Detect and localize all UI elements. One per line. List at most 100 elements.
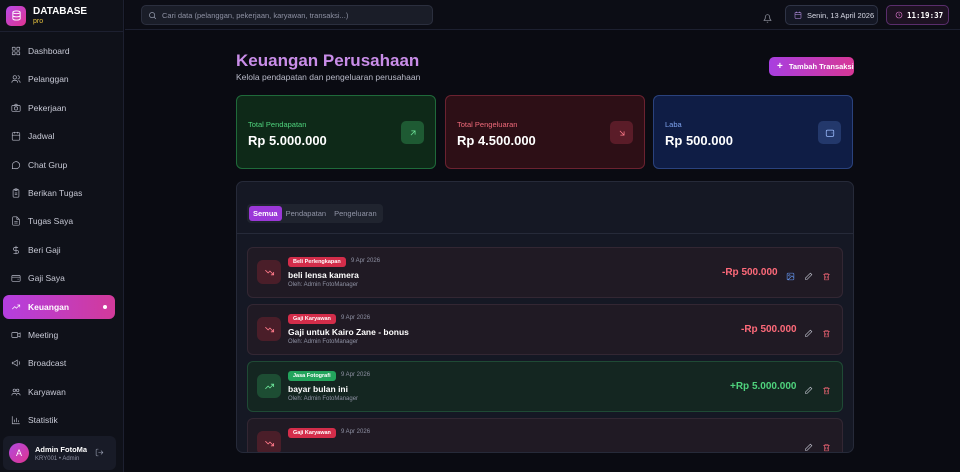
sidebar-item-label: Pelanggan bbox=[28, 74, 69, 85]
category-badge: Beli Perlengkapan bbox=[288, 257, 346, 267]
stat-label: Total Pengeluaran bbox=[457, 120, 518, 129]
sidebar-item-pekerjaan[interactable]: Pekerjaan bbox=[3, 96, 115, 120]
search-bar[interactable] bbox=[141, 5, 433, 25]
user-role: KRY001 • Admin bbox=[35, 455, 80, 462]
trending-down-icon bbox=[257, 431, 281, 452]
stat-card-income: Total Pendapatan Rp 5.000.000 bbox=[236, 95, 436, 169]
tab-pengeluaran[interactable]: Pengeluaran bbox=[330, 206, 381, 221]
transaction-description: bayar bulan ini bbox=[288, 384, 348, 394]
sidebar-item-chat-grup[interactable]: Chat Grup bbox=[3, 153, 115, 177]
sidebar-item-dashboard[interactable]: Dashboard bbox=[3, 39, 115, 63]
stat-label: Total Pendapatan bbox=[248, 120, 307, 129]
date-display: Senin, 13 April 2026 bbox=[785, 5, 878, 25]
sidebar-item-label: Dashboard bbox=[28, 46, 70, 56]
pencil-icon bbox=[805, 272, 813, 280]
stat-label: Laba bbox=[665, 120, 682, 129]
notification-button[interactable] bbox=[763, 10, 772, 28]
transaction-row: Beli Perlengkapan 9 Apr 2026 beli lensa … bbox=[247, 247, 843, 298]
sidebar-item-berikan-tugas[interactable]: Berikan Tugas bbox=[3, 181, 115, 205]
sidebar-item-pelanggan[interactable]: Pelanggan bbox=[3, 67, 115, 91]
arrow-down-right-icon bbox=[610, 121, 633, 144]
transaction-amount: -Rp 500.000 bbox=[722, 267, 778, 278]
brand[interactable]: DATABASE pro bbox=[0, 0, 123, 32]
sidebar-item-jadwal[interactable]: Jadwal bbox=[3, 124, 115, 148]
add-transaction-button[interactable]: + Tambah Transaksi bbox=[769, 57, 854, 76]
transaction-row: Jasa Fotografi 9 Apr 2026 bayar bulan in… bbox=[247, 361, 843, 412]
plus-icon: + bbox=[777, 60, 783, 72]
user-card[interactable]: A Admin FotoManager KRY001 • Admin bbox=[3, 436, 116, 470]
stat-value: Rp 5.000.000 bbox=[248, 133, 327, 148]
category-badge: Jasa Fotografi bbox=[288, 371, 336, 381]
sidebar-item-gaji-saya[interactable]: Gaji Saya bbox=[3, 266, 115, 290]
sidebar-item-broadcast[interactable]: Broadcast bbox=[3, 351, 115, 375]
sidebar-item-statistik[interactable]: Statistik bbox=[3, 408, 115, 432]
sidebar-item-label: Jadwal bbox=[28, 131, 55, 142]
filter-tabs: Semua Pendapatan Pengeluaran bbox=[247, 204, 383, 223]
sidebar-item-karyawan[interactable]: Karyawan bbox=[3, 380, 115, 404]
sidebar-item-label: Keuangan bbox=[28, 301, 70, 312]
sidebar-item-beri-gaji[interactable]: Beri Gaji bbox=[3, 238, 115, 262]
sidebar-item-label: Chat Grup bbox=[28, 159, 68, 170]
trash-icon bbox=[823, 273, 830, 281]
edit-button[interactable] bbox=[804, 439, 814, 451]
document-icon bbox=[12, 216, 20, 226]
delete-button[interactable] bbox=[822, 382, 832, 395]
logout-button[interactable] bbox=[87, 444, 104, 462]
transaction-amount: +Rp 5.000.000 bbox=[730, 381, 797, 392]
topbar: Senin, 13 April 2026 11:19:37 bbox=[125, 0, 960, 30]
tab-pendapatan[interactable]: Pendapatan bbox=[282, 206, 330, 221]
active-indicator bbox=[103, 304, 107, 309]
trend-icon bbox=[12, 304, 21, 309]
user-name: Admin FotoManager bbox=[35, 444, 87, 454]
transaction-row: Gaji Karyawan 9 Apr 2026 bbox=[247, 418, 843, 452]
transaction-date: 9 Apr 2026 bbox=[341, 315, 371, 321]
calendar-icon bbox=[11, 132, 21, 141]
stat-value: Rp 500.000 bbox=[665, 133, 733, 148]
arrow-up-right-icon bbox=[401, 121, 424, 144]
sidebar-item-label: Beri Gaji bbox=[28, 244, 61, 255]
trash-icon bbox=[823, 330, 830, 338]
stat-value: Rp 4.500.000 bbox=[457, 133, 536, 148]
brand-title: DATABASE bbox=[33, 5, 88, 17]
sidebar-item-label: Statistik bbox=[28, 415, 58, 426]
wallet-icon bbox=[818, 121, 841, 144]
pencil-icon bbox=[805, 386, 813, 394]
sidebar-item-label: Tugas Saya bbox=[28, 216, 74, 227]
transaction-row: Gaji Karyawan 9 Apr 2026 Gaji untuk Kair… bbox=[247, 304, 843, 355]
camera-icon bbox=[11, 103, 21, 112]
image-icon bbox=[786, 272, 795, 281]
wallet-icon bbox=[11, 275, 21, 282]
dollar-icon bbox=[13, 245, 19, 254]
clock-icon bbox=[895, 11, 903, 19]
trash-icon bbox=[823, 444, 830, 452]
sidebar-item-meeting[interactable]: Meeting bbox=[3, 323, 115, 347]
clipboard-icon bbox=[12, 188, 20, 198]
tab-semua[interactable]: Semua bbox=[249, 206, 282, 221]
stat-card-profit: Laba Rp 500.000 bbox=[653, 95, 853, 169]
stat-card-expense: Total Pengeluaran Rp 4.500.000 bbox=[445, 95, 645, 169]
sidebar-item-keuangan[interactable]: Keuangan bbox=[3, 294, 115, 319]
delete-button[interactable] bbox=[822, 439, 832, 452]
transaction-description: Gaji untuk Kairo Zane - bonus bbox=[288, 327, 409, 337]
transaction-date: 9 Apr 2026 bbox=[351, 258, 381, 264]
megaphone-icon bbox=[11, 359, 21, 367]
edit-button[interactable] bbox=[804, 325, 814, 337]
edit-button[interactable] bbox=[804, 268, 814, 280]
sidebar-item-tugas-saya[interactable]: Tugas Saya bbox=[3, 209, 115, 233]
pencil-icon bbox=[805, 443, 813, 451]
pencil-icon bbox=[805, 329, 813, 337]
sidebar-nav: Dashboard Pelanggan Pekerjaan Jadwal Cha… bbox=[0, 32, 123, 432]
add-transaction-label: Tambah Transaksi bbox=[788, 62, 854, 71]
delete-button[interactable] bbox=[822, 268, 832, 281]
calendar-icon bbox=[794, 11, 802, 19]
sidebar-item-label: Berikan Tugas bbox=[28, 187, 83, 198]
users-icon bbox=[11, 75, 21, 84]
delete-button[interactable] bbox=[822, 325, 832, 338]
trending-down-icon bbox=[257, 260, 281, 284]
sidebar-item-label: Meeting bbox=[28, 329, 59, 340]
category-badge: Gaji Karyawan bbox=[288, 428, 336, 438]
search-input[interactable] bbox=[162, 10, 422, 20]
trending-down-icon bbox=[257, 317, 281, 341]
edit-button[interactable] bbox=[804, 382, 814, 394]
view-receipt-button[interactable] bbox=[786, 268, 796, 281]
